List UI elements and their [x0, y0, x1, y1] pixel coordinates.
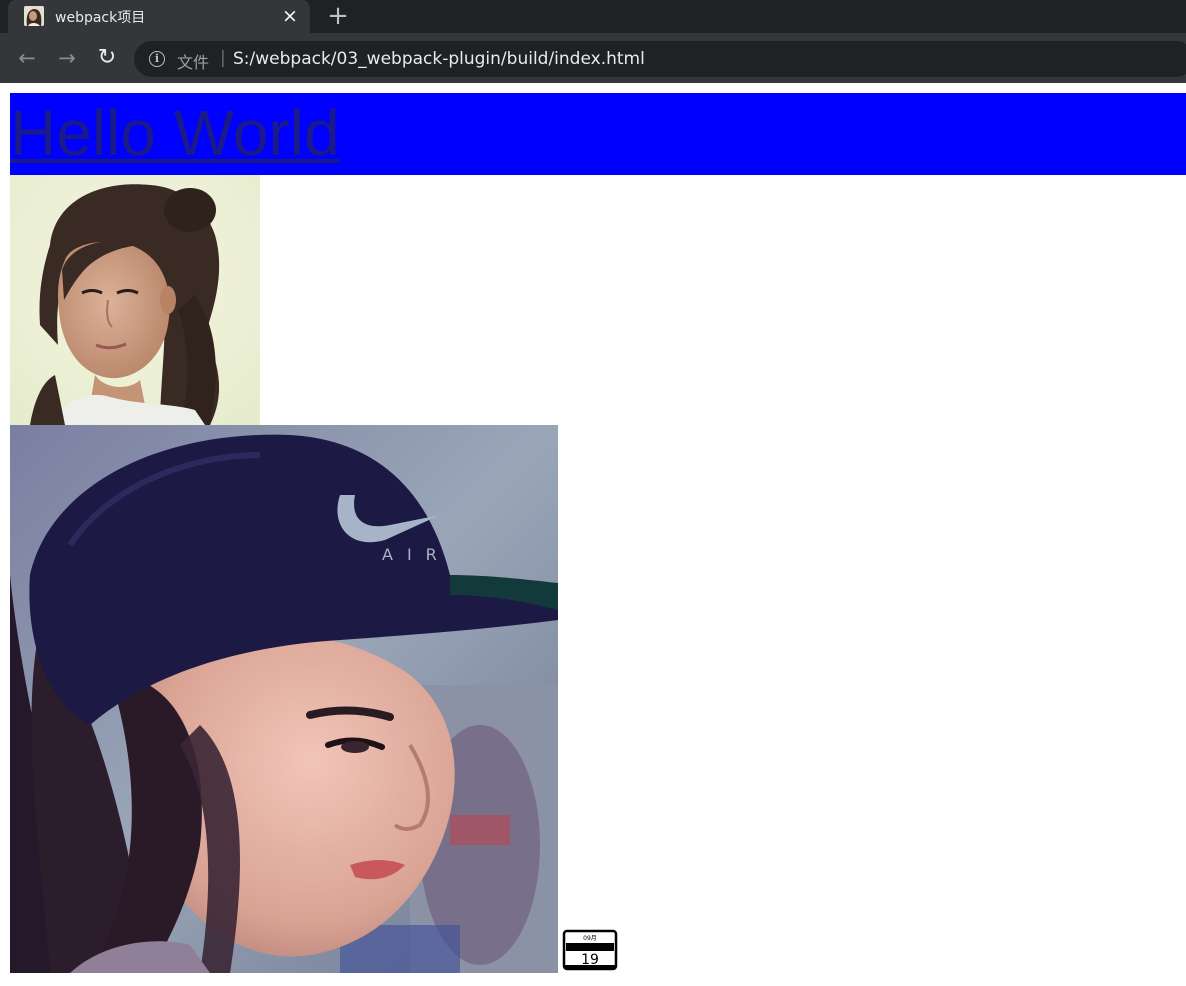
page-content: Hello World AIR 09月 19 — [0, 83, 1186, 986]
woman-in-cap-portrait-image: AIR — [10, 425, 558, 973]
tab-strip: webpack项目 × + — [0, 0, 1186, 33]
svg-text:AIR: AIR — [382, 545, 451, 564]
calendar-image: 09月 19 — [562, 929, 618, 971]
back-arrow-icon[interactable]: ← — [15, 46, 39, 70]
address-separator: | — [220, 48, 226, 68]
reload-icon[interactable]: ↻ — [95, 46, 119, 70]
file-scheme-label: 文件 — [177, 53, 210, 72]
new-tab-icon[interactable]: + — [327, 3, 349, 29]
forward-arrow-icon[interactable]: → — [55, 46, 79, 70]
browser-tab[interactable]: webpack项目 × — [8, 0, 310, 33]
calendar-icon: 09月 19 — [562, 929, 618, 971]
tab-title: webpack项目 — [55, 10, 146, 26]
info-icon[interactable]: i — [149, 51, 165, 67]
hello-world-link[interactable]: Hello World — [10, 93, 340, 173]
portrait-photo-small — [10, 175, 260, 425]
close-tab-icon[interactable]: × — [280, 6, 300, 26]
hello-banner: Hello World — [10, 93, 1186, 175]
portrait-favicon-icon — [24, 6, 44, 26]
woman-portrait-image — [10, 175, 260, 425]
portrait-photo-large: AIR — [10, 425, 558, 973]
calendar-header: 09月 — [583, 935, 597, 942]
address-bar[interactable]: i 文件 | S:/webpack/03_webpack-plugin/buil… — [134, 41, 1186, 77]
address-url[interactable]: S:/webpack/03_webpack-plugin/build/index… — [233, 49, 645, 69]
browser-toolbar: ← → ↻ i 文件 | S:/webpack/03_webpack-plugi… — [0, 33, 1186, 83]
